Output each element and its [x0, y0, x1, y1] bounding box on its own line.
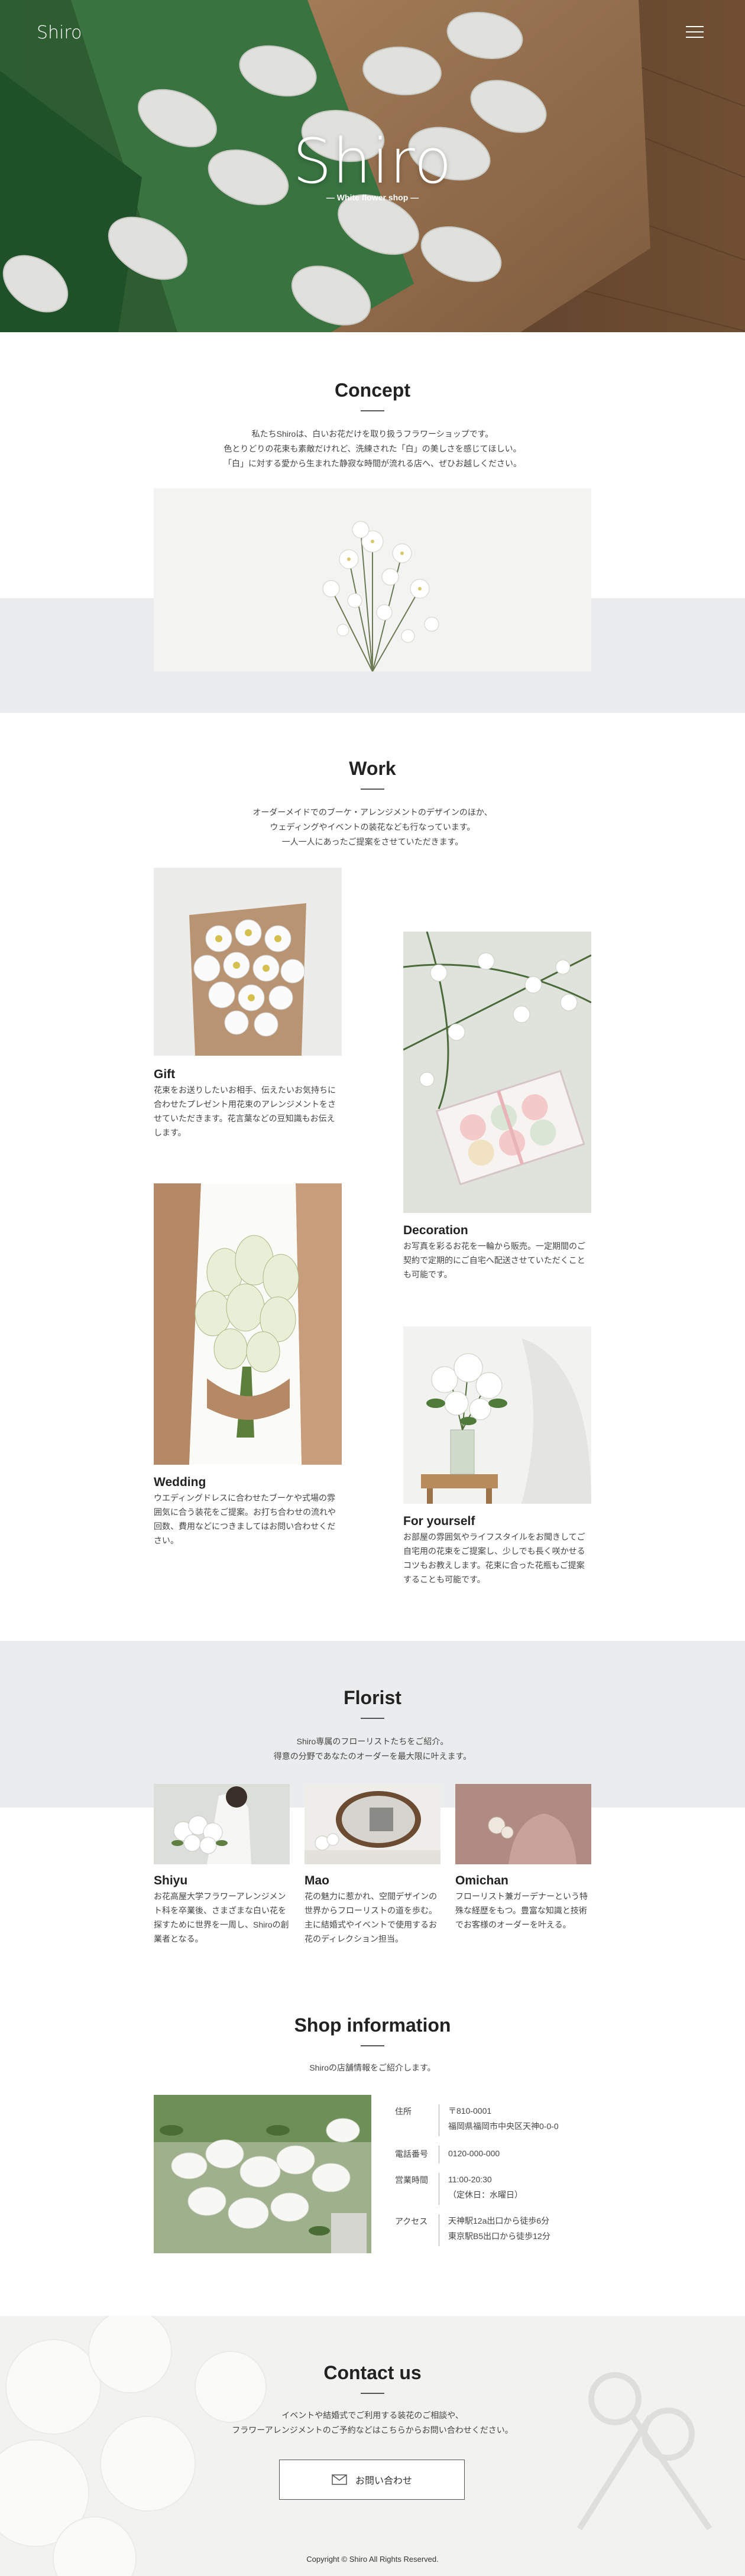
work-decoration-name: Decoration — [403, 1224, 468, 1237]
work-wedding-name: Wedding — [154, 1475, 206, 1489]
florist-omichan-name: Omichan — [455, 1874, 508, 1887]
decoration-image — [403, 932, 591, 1213]
shop-hours-value: 11:00-20:30 （定休日：水曜日） — [448, 2175, 523, 2199]
shop-title: Shop information — [294, 2014, 451, 2036]
concept-text: 私たちShiroは、白いお花だけを取り扱うフラワーショップです。 色とりどりの花… — [224, 429, 522, 468]
shop-phone-value: 0120-000-000 — [448, 2149, 500, 2158]
contact-text: イベントや結婚式でご利用する装花のご相談や、 フラワーアレンジメントのご予約など… — [232, 2410, 513, 2435]
copyright: Copyright © Shiro All Rights Reserved. — [306, 2555, 439, 2564]
shop-access-label: アクセス — [395, 2217, 428, 2226]
shop-address-label: 住所 — [395, 2107, 412, 2116]
florist-mao-name: Mao — [305, 1874, 329, 1887]
florist-divider — [361, 1718, 384, 1719]
florist-omichan-desc: フローリスト兼ガーデナーという特 殊な経歴をもつ。豊富な知識と技術 でお客様のオー… — [455, 1892, 588, 1929]
contact-section — [0, 2316, 745, 2576]
florist-title: Florist — [344, 1687, 401, 1708]
wedding-image — [154, 1183, 342, 1465]
hero-title: Shiro — [293, 125, 452, 197]
contact-title: Contact us — [323, 2362, 422, 2383]
contact-button-label: お問い合わせ — [355, 2476, 412, 2486]
for-yourself-image — [403, 1326, 591, 1504]
work-text: オーダーメイドでのブーケ・アレンジメントのデザインのほか、 ウェディングやイベン… — [252, 807, 493, 846]
florist-shiyu-name: Shiyu — [154, 1874, 188, 1887]
concept-divider — [361, 410, 384, 411]
omichan-photo — [455, 1784, 591, 1864]
work-decoration-desc: お写真を彩るお花を一輪から販売。一定期間のご 契約で定期的にご自宅へ配送させていた… — [403, 1241, 585, 1279]
hero-subtitle: — White flower shop — — [326, 193, 419, 202]
florist-mao-desc: 花の魅力に惹かれ、空間デザインの 世界からフローリストの道を歩む。 主に結婚式やイ… — [305, 1892, 438, 1944]
shop-address-value: 〒810-0001 福岡県福岡市中央区天神0-0-0 — [448, 2106, 559, 2131]
shop-hours-label: 営業時間 — [395, 2175, 428, 2185]
shiyu-photo — [154, 1784, 290, 1864]
site-logo[interactable]: Shiro — [37, 22, 82, 43]
shop-text: Shiroの店舗情報をご紹介します。 — [309, 2063, 436, 2072]
envelope-icon — [332, 2474, 347, 2485]
contact-divider — [361, 2393, 384, 2394]
work-wedding-desc: ウエディングドレスに合わせたブーケや式場の雰 囲気に合う装花をご提案。お打ち合わせ… — [154, 1493, 336, 1545]
shop-divider — [361, 2045, 384, 2046]
work-divider — [361, 789, 384, 790]
florist-gray-band — [0, 1641, 745, 1808]
work-gift-desc: 花束をお送りしたいお相手、伝えたいお気持ちに 合わせたプレゼント用花束のアレンジメ… — [154, 1085, 336, 1137]
mao-photo — [305, 1784, 440, 1864]
contact-button[interactable]: お問い合わせ — [279, 2460, 465, 2500]
hamburger-menu-icon[interactable] — [686, 26, 704, 38]
contact-background-image — [0, 2316, 745, 2576]
shop-access-value: 天神駅12a出口から徒歩6分 東京駅B5出口から徒歩12分 — [448, 2216, 550, 2241]
work-for-yourself-name: For yourself — [403, 1514, 475, 1528]
work-for-yourself-desc: お部屋の雰囲気やライフスタイルをお聞きしてご 自宅用の花束をご提案し、少しでも長く… — [403, 1532, 585, 1584]
florist-shiyu-desc: お花高屋大学フラワーアレンジメン ト科を卒業後、さまざまな白い花を 探すために世界… — [154, 1892, 289, 1944]
florist-text: Shiro専属のフローリストたちをご紹介。 得意の分野であなたのオーダーを最大限… — [273, 1737, 472, 1761]
concept-title: Concept — [335, 379, 410, 401]
work-gift-name: Gift — [154, 1068, 176, 1081]
concept-flower-image — [154, 488, 591, 671]
gift-image — [154, 868, 342, 1056]
shop-phone-label: 電話番号 — [395, 2149, 428, 2159]
work-title: Work — [349, 758, 396, 779]
shop-image — [154, 2095, 371, 2253]
